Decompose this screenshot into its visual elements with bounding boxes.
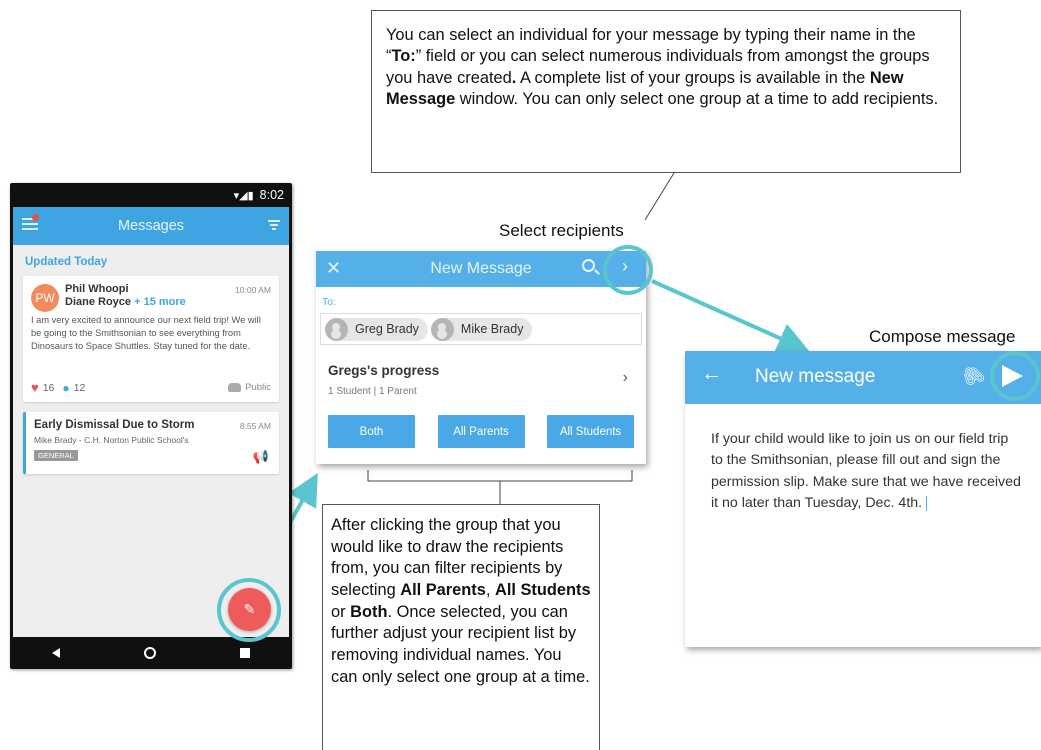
message-time: 8:55 AM <box>239 421 271 431</box>
top-callout: You can select an individual for your me… <box>371 10 961 173</box>
message-card[interactable]: Early Dismissal Due to Storm 8:55 AM Mik… <box>23 412 279 474</box>
notification-dot <box>32 214 39 221</box>
recipient-chip[interactable]: Greg Brady <box>325 317 428 341</box>
message-sender: Mike Brady - C.H. Norton Public School's <box>34 435 189 445</box>
compose-title: New message <box>755 366 876 387</box>
people-icon <box>228 383 242 392</box>
signal-battery-icon: ▾◢▮ <box>233 189 254 202</box>
home-icon[interactable] <box>144 647 156 659</box>
callout-text-segment: A complete list of your groups is availa… <box>516 68 870 87</box>
next-to-compose-arrow <box>651 279 810 354</box>
section-header: Updated Today <box>25 256 108 268</box>
person-icon <box>325 317 348 341</box>
heart-icon[interactable]: ♥ <box>31 380 39 395</box>
all-parents-button[interactable]: All Parents <box>437 415 525 448</box>
bottom-callout: After clicking the group that you would … <box>322 504 600 750</box>
recipient-name: Mike Brady <box>460 322 524 336</box>
to-label: To: <box>322 296 337 308</box>
back-arrow-icon[interactable]: ← <box>701 362 722 386</box>
paperclip-icon[interactable]: 🖇 <box>957 360 990 393</box>
callout-text-segment: Both <box>350 602 388 621</box>
megaphone-icon: 📢 <box>252 449 269 464</box>
filter-buttons: Both All Parents All Students <box>328 415 634 448</box>
compose-panel: ← New message 🖇 If your child would like… <box>685 351 1041 647</box>
select-recipients-label: Select recipients <box>499 221 624 240</box>
top-callout-pointer <box>644 172 675 221</box>
comment-icon[interactable]: ● <box>62 381 69 395</box>
message-title: Early Dismissal Due to Storm <box>34 419 195 431</box>
message-body: I am very excited to announce our next f… <box>31 315 261 351</box>
callout-text-segment: window. You can only select one group at… <box>455 89 939 108</box>
visibility-indicator: Public <box>228 382 271 393</box>
avatar: PW <box>31 284 59 312</box>
callout-text-segment: All Students <box>495 580 591 599</box>
more-recipients-link[interactable]: + 15 more <box>134 296 186 308</box>
messages-screen: Messages Updated Today PW Phil Whoopi Di… <box>13 207 289 637</box>
category-tag: GENERAL <box>34 450 78 461</box>
compose-bar: ← New message 🖇 <box>685 351 1041 404</box>
recipient-name: Diane Royce <box>65 296 132 309</box>
close-icon[interactable]: ✕ <box>326 258 341 279</box>
new-message-title: New Message <box>430 260 532 277</box>
group-item[interactable]: Gregs's progress 1 Student | 1 Parent › … <box>320 353 642 448</box>
chevron-right-icon[interactable]: › <box>623 369 628 387</box>
message-time: 10:00 AM <box>235 285 271 295</box>
comment-count: 12 <box>73 381 86 394</box>
pencil-icon: ✎ <box>243 601 256 617</box>
message-card[interactable]: PW Phil Whoopi Diane Royce + 15 more 10:… <box>23 276 279 402</box>
back-icon[interactable] <box>52 648 60 658</box>
callout-text-segment: or <box>331 602 351 621</box>
recent-apps-icon[interactable] <box>240 648 250 658</box>
filter-icon[interactable] <box>268 220 280 230</box>
recipient-name: Greg Brady <box>355 322 419 336</box>
visibility-label: Public <box>245 382 271 393</box>
new-message-panel: ✕ New Message › To: Greg Brady Mike Brad… <box>316 251 646 464</box>
status-time: 8:02 <box>259 188 284 202</box>
compose-fab-button[interactable]: ✎ <box>228 588 271 631</box>
like-count: 16 <box>42 381 55 394</box>
group-counts: 1 Student | 1 Parent <box>328 386 417 397</box>
group-bracket <box>367 470 633 482</box>
new-message-bar: ✕ New Message › <box>316 251 646 287</box>
callout-text-segment: , <box>485 580 495 599</box>
person-icon <box>430 317 454 341</box>
compose-message-label: Compose message <box>869 327 1016 346</box>
to-field[interactable]: Greg Brady Mike Brady <box>320 313 642 345</box>
both-button[interactable]: Both <box>328 415 415 448</box>
status-bar: ▾◢▮ 8:02 <box>10 183 292 207</box>
compose-text: If your child would like to join us on o… <box>711 431 1021 511</box>
all-students-button[interactable]: All Students <box>547 415 634 448</box>
callout-text-segment: To: <box>391 47 416 66</box>
highlight-ring <box>603 245 653 295</box>
messages-app-bar: Messages <box>13 207 289 245</box>
text-caret <box>926 495 928 511</box>
message-footer: ♥ 16 ● 12 Public <box>31 380 271 395</box>
callout-text-segment: All Parents <box>400 580 486 599</box>
highlight-ring <box>990 351 1040 401</box>
compose-body[interactable]: If your child would like to join us on o… <box>711 429 1021 514</box>
group-name: Gregs's progress <box>328 363 440 378</box>
search-icon[interactable] <box>582 259 595 272</box>
recipient-chip[interactable]: Mike Brady <box>430 317 533 341</box>
messages-title: Messages <box>117 218 185 234</box>
